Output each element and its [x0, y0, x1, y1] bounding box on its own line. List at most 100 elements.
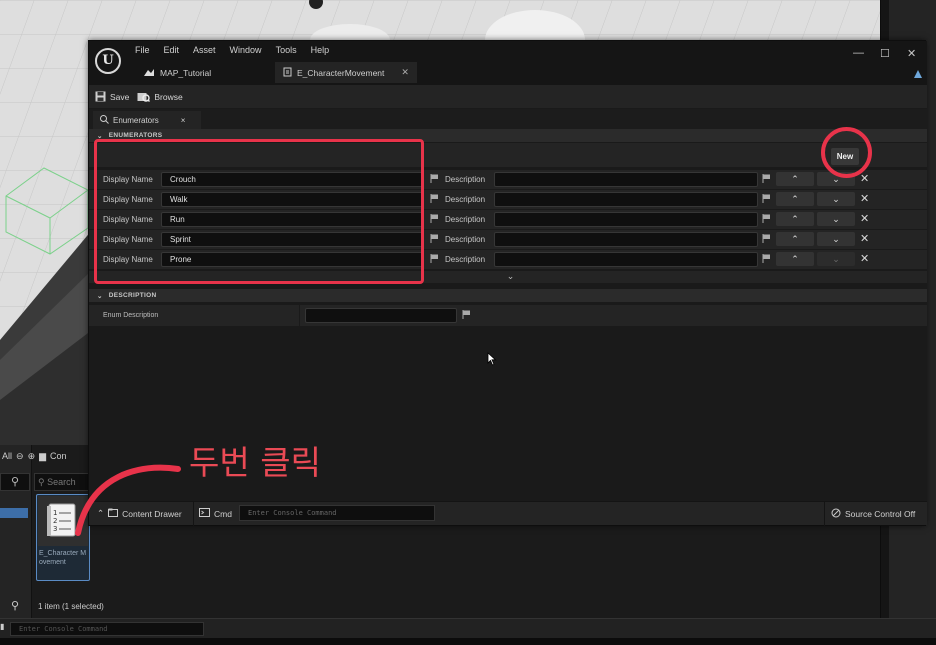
tab-close-icon[interactable]: ✕ — [401, 67, 409, 78]
move-up-button[interactable]: ⌃ — [776, 232, 814, 246]
move-down-button[interactable]: ⌄ — [817, 192, 855, 206]
localization-flag-icon[interactable] — [762, 194, 771, 205]
selected-folder-row[interactable] — [0, 508, 28, 518]
level-icon — [143, 67, 155, 79]
content-browser-sources — [0, 445, 32, 618]
source-control-off-icon — [831, 508, 841, 520]
description-section-header[interactable]: ⌄ DESCRIPTION — [89, 289, 927, 302]
section-title: DESCRIPTION — [108, 292, 157, 299]
highlight-circle-new-button — [821, 127, 872, 178]
svg-text:3: 3 — [53, 525, 57, 533]
localization-flag-icon[interactable] — [762, 234, 771, 245]
asset-toolbar: Save Browse — [89, 85, 927, 109]
localization-flag-icon[interactable] — [762, 214, 771, 225]
browse-label: Browse — [154, 91, 183, 102]
panel-tab-label: Enumerators — [113, 115, 159, 125]
move-up-button[interactable]: ⌃ — [776, 252, 814, 266]
remove-enumerator-icon[interactable]: ✕ — [860, 173, 869, 185]
move-down-button-disabled: ⌄ — [817, 252, 855, 266]
menu-edit[interactable]: Edit — [164, 45, 180, 55]
localization-flag-icon[interactable] — [762, 254, 771, 265]
tab-map-tutorial[interactable]: MAP_Tutorial — [135, 62, 275, 83]
save-button[interactable]: Save — [95, 91, 129, 102]
collapse-chevron-icon: ⌄ — [97, 292, 103, 300]
history-forward-icon[interactable]: ⊕ — [28, 451, 36, 462]
localization-flag-icon[interactable] — [430, 174, 439, 185]
localization-flag-icon[interactable] — [430, 194, 439, 205]
svg-text:1: 1 — [53, 509, 57, 517]
menu-tools[interactable]: Tools — [276, 45, 297, 55]
localization-flag-icon[interactable] — [430, 234, 439, 245]
tab-enumerators[interactable]: Enumerators × — [93, 111, 201, 129]
editor-mode-icon[interactable] — [913, 66, 923, 78]
tab-e-charactermovement[interactable]: E_CharacterMovement ✕ — [275, 62, 417, 83]
browse-icon — [137, 93, 151, 102]
move-down-button[interactable]: ⌄ — [817, 232, 855, 246]
tab-label: MAP_Tutorial — [160, 67, 212, 78]
remove-enumerator-icon[interactable]: ✕ — [860, 193, 869, 205]
screen-bottom-edge — [0, 638, 936, 645]
description-input[interactable] — [494, 172, 758, 187]
document-tabs: MAP_Tutorial E_CharacterMovement ✕ — [135, 62, 417, 83]
status-bar: ⌃ Content Drawer Cmd Enter Console Comma… — [89, 501, 927, 526]
details-icon — [100, 114, 109, 126]
enum-description-row: Enum Description — [89, 305, 927, 326]
menu-asset[interactable]: Asset — [193, 45, 216, 55]
localization-flag-icon[interactable] — [462, 310, 471, 321]
description-input[interactable] — [494, 192, 758, 207]
enum-description-input[interactable] — [305, 308, 457, 323]
save-icon — [95, 91, 106, 102]
cmd-selector[interactable]: Cmd — [199, 508, 232, 519]
panel-tab-bar: Enumerators × — [89, 109, 927, 129]
unreal-logo-icon: U — [95, 48, 121, 74]
close-button[interactable]: ✕ — [907, 47, 916, 60]
history-back-icon[interactable]: ⊖ — [16, 451, 24, 462]
terminal-icon — [199, 508, 210, 519]
highlight-box-display-names — [94, 139, 424, 284]
remove-enumerator-icon[interactable]: ✕ — [860, 253, 869, 265]
title-bar[interactable]: U File Edit Asset Window Tools Help — ☐ … — [89, 41, 927, 85]
enum-description-label: Enum Description — [103, 312, 159, 319]
console-command-input[interactable]: Enter Console Command — [239, 505, 435, 521]
move-up-button[interactable]: ⌃ — [776, 172, 814, 186]
localization-flag-icon[interactable] — [762, 174, 771, 185]
item-count: 1 item (1 selected) — [38, 602, 104, 611]
panel-tab-close-icon[interactable]: × — [181, 116, 186, 125]
move-down-button[interactable]: ⌄ — [817, 212, 855, 226]
menu-file[interactable]: File — [135, 45, 150, 55]
console-tag: ▮ — [0, 622, 5, 631]
move-up-button[interactable]: ⌃ — [776, 212, 814, 226]
description-label: Description — [445, 195, 486, 204]
sources-search-icon[interactable]: ⚲ — [0, 473, 30, 491]
minimize-button[interactable]: — — [853, 47, 864, 59]
tab-label: E_CharacterMovement — [297, 67, 385, 78]
description-label: Description — [445, 215, 486, 224]
description-input[interactable] — [494, 212, 758, 227]
source-control-button[interactable]: Source Control Off — [831, 508, 915, 520]
localization-flag-icon[interactable] — [430, 254, 439, 265]
cmd-label: Cmd — [214, 508, 232, 519]
description-input[interactable] — [494, 252, 758, 267]
description-label: Description — [445, 235, 486, 244]
maximize-button[interactable]: ☐ — [880, 47, 890, 60]
folder-icon: ▆ — [39, 450, 47, 461]
search-icon[interactable]: ⚲ — [0, 599, 30, 612]
description-label: Description — [445, 255, 486, 264]
annotation-text: 두번 클릭 — [189, 443, 321, 482]
localization-flag-icon[interactable] — [430, 214, 439, 225]
remove-enumerator-icon[interactable]: ✕ — [860, 233, 869, 245]
section-title: ENUMERATORS — [108, 132, 163, 139]
description-label: Description — [445, 175, 486, 184]
filter-all-label[interactable]: All — [2, 451, 12, 461]
browse-button[interactable]: Browse — [137, 91, 183, 102]
svg-text:2: 2 — [53, 517, 57, 525]
asset-label: E_Character Movement — [39, 550, 87, 566]
menu-window[interactable]: Window — [230, 45, 262, 55]
description-input[interactable] — [494, 232, 758, 247]
save-label: Save — [110, 91, 130, 102]
console-input[interactable]: Enter Console Command — [10, 622, 204, 636]
menu-help[interactable]: Help — [311, 45, 330, 55]
remove-enumerator-icon[interactable]: ✕ — [860, 213, 869, 225]
mouse-cursor-icon — [487, 352, 497, 366]
move-up-button[interactable]: ⌃ — [776, 192, 814, 206]
